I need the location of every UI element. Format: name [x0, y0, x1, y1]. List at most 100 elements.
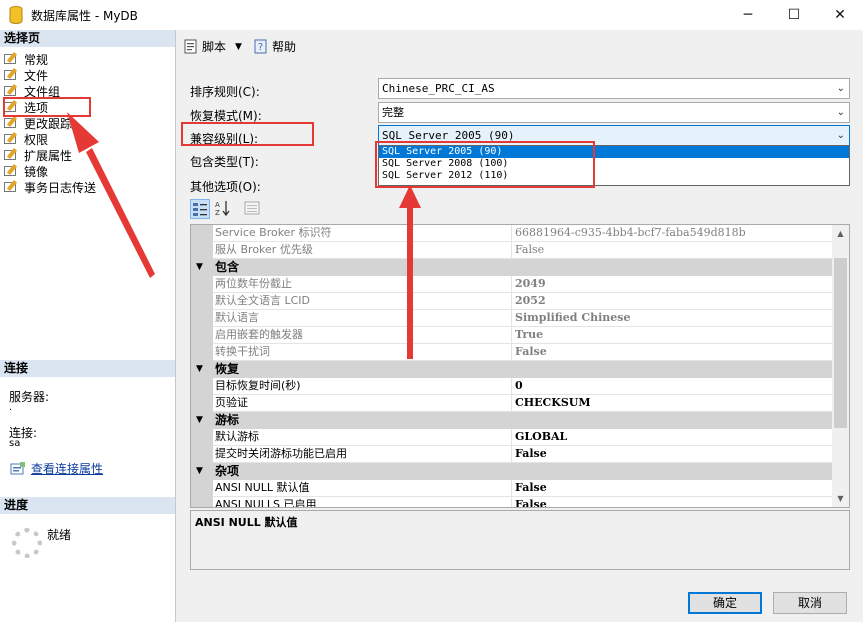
grid-row-name: 默认游标 [213, 429, 512, 446]
grid-row-name: 服从 Broker 优先级 [213, 242, 512, 259]
alphabetical-button[interactable]: A Z [213, 199, 233, 219]
maximize-button[interactable]: ☐ [771, 0, 817, 30]
scroll-down-icon[interactable]: ▼ [832, 490, 849, 507]
chevron-down-icon[interactable]: ⌄ [837, 103, 845, 122]
other-options-label: 其他选项(O): [190, 180, 261, 194]
scrollbar-thumb[interactable] [834, 258, 847, 428]
property-pages-button[interactable] [242, 199, 262, 219]
page-icon [3, 84, 19, 98]
collapse-icon[interactable]: ▼ [196, 259, 203, 276]
connection-value: sa [9, 438, 21, 449]
page-item-files[interactable]: 文件 [3, 67, 96, 83]
chevron-down-icon[interactable]: ▼ [235, 42, 242, 52]
grid-row-name: 目标恢复时间(秒) [213, 378, 512, 395]
grid-row-name: 默认全文语言 LCID [213, 293, 512, 310]
window-title: 数据库属性 - MyDB [31, 9, 138, 23]
grid-row-value: False [512, 480, 832, 497]
toolbar: 脚本 ▼ ? 帮助 [177, 30, 863, 62]
collation-label: 排序规则(C): [190, 85, 260, 99]
grid-toolbar: A Z [190, 199, 262, 219]
grid-row-ansi-nulls-enabled[interactable]: ANSI NULLS 已启用 False [191, 497, 832, 507]
view-connection-properties-link[interactable]: 查看连接属性 [10, 460, 103, 477]
grid-row-page-verify[interactable]: 页验证 CHECKSUM [191, 395, 832, 412]
help-label: 帮助 [272, 40, 297, 54]
grid-row-value: CHECKSUM [512, 395, 832, 412]
highlight-box-compat-label [181, 122, 314, 146]
ok-button[interactable]: 确定 [688, 592, 762, 614]
progress-status: 就绪 [47, 528, 72, 542]
grid-row-value: False [512, 446, 832, 463]
grid-row-name: 转换干扰词 [213, 344, 512, 361]
page-item-mirroring[interactable]: 镜像 [3, 163, 96, 179]
page-item-change-tracking[interactable]: 更改跟踪 [3, 115, 96, 131]
grid-row-value: GLOBAL [512, 429, 832, 446]
cancel-button[interactable]: 取消 [773, 592, 847, 614]
recovery-value: 完整 [382, 106, 404, 119]
database-icon [9, 6, 23, 24]
collation-select[interactable]: Chinese_PRC_CI_AS ⌄ [378, 78, 850, 99]
grid-row-value: False [512, 344, 832, 361]
grid-row-name: Service Broker 标识符 [213, 225, 512, 242]
help-icon: ? [254, 39, 267, 54]
grid-row-value: 2049 [512, 276, 832, 293]
grid-row-name: ANSI NULL 默认值 [213, 480, 512, 497]
grid-row-value: 2052 [512, 293, 832, 310]
grid-row-transform-noise-words[interactable]: 转换干扰词 False [191, 344, 832, 361]
categorized-button[interactable] [190, 199, 210, 219]
grid-row-value: True [512, 327, 832, 344]
help-button[interactable]: ? 帮助 [253, 38, 296, 55]
chevron-down-icon[interactable]: ⌄ [837, 126, 845, 145]
script-button[interactable]: 脚本 ▼ [183, 38, 242, 55]
select-page-header: 选择页 [0, 30, 175, 47]
server-label: 服务器: [9, 390, 50, 404]
grid-scrollbar[interactable]: ▲ ▼ [832, 225, 849, 507]
grid-row-two-digit-year[interactable]: 两位数年份截止 2049 [191, 276, 832, 293]
categorized-icon [193, 203, 207, 216]
containment-label: 包含类型(T): [190, 155, 259, 169]
grid-row-value: False [512, 497, 832, 507]
connection-header: 连接 [0, 360, 175, 377]
grid-category-recovery[interactable]: ▼ 恢复 [191, 361, 832, 378]
grid-row-target-recovery-time[interactable]: 目标恢复时间(秒) 0 [191, 378, 832, 395]
grid-row-broker-priority[interactable]: 服从 Broker 优先级 False [191, 242, 832, 259]
grid-category-containment[interactable]: ▼ 包含 [191, 259, 832, 276]
page-item-label: 更改跟踪 [24, 116, 73, 131]
close-button[interactable]: ✕ [817, 0, 863, 30]
page-icon [3, 116, 19, 130]
page-icon [3, 52, 19, 66]
script-label: 脚本 [202, 40, 227, 54]
collapse-icon[interactable]: ▼ [196, 412, 203, 429]
collapse-icon[interactable]: ▼ [196, 463, 203, 480]
grid-row-ansi-null-default[interactable]: ANSI NULL 默认值 False [191, 480, 832, 497]
page-item-label: 镜像 [24, 164, 49, 179]
highlight-box-compat-options [375, 141, 595, 188]
page-item-extended-properties[interactable]: 扩展属性 [3, 147, 96, 163]
grid-row-fulltext-lcid[interactable]: 默认全文语言 LCID 2052 [191, 293, 832, 310]
page-item-general[interactable]: 常规 [3, 51, 96, 67]
page-item-label: 常规 [24, 52, 49, 67]
property-grid[interactable]: Service Broker 标识符 66881964-c935-4bb4-bcf… [190, 224, 850, 508]
grid-row-nested-triggers[interactable]: 启用嵌套的触发器 True [191, 327, 832, 344]
grid-category-misc[interactable]: ▼ 杂项 [191, 463, 832, 480]
collation-value: Chinese_PRC_CI_AS [382, 82, 495, 95]
grid-category-label: 恢复 [215, 362, 240, 376]
grid-row-default-language[interactable]: 默认语言 Simplified Chinese [191, 310, 832, 327]
grid-row-default-cursor[interactable]: 默认游标 GLOBAL [191, 429, 832, 446]
grid-row-value: 66881964-c935-4bb4-bcf7-faba549d818b [512, 225, 832, 242]
page-icon [3, 164, 19, 178]
page-icon [3, 68, 19, 82]
chevron-down-icon[interactable]: ⌄ [837, 79, 845, 98]
page-item-label: 事务日志传送 [24, 180, 97, 195]
page-item-log-shipping[interactable]: 事务日志传送 [3, 179, 96, 195]
recovery-select[interactable]: 完整 ⌄ [378, 102, 850, 123]
collapse-icon[interactable]: ▼ [196, 361, 203, 378]
scroll-up-icon[interactable]: ▲ [832, 225, 849, 242]
grid-row-close-cursor-on-commit[interactable]: 提交时关闭游标功能已启用 False [191, 446, 832, 463]
page-item-permissions[interactable]: 权限 [3, 131, 96, 147]
page-item-label: 权限 [24, 132, 49, 147]
page-icon [3, 132, 19, 146]
highlight-box-options [3, 97, 91, 117]
grid-row-service-broker-id[interactable]: Service Broker 标识符 66881964-c935-4bb4-bcf… [191, 225, 832, 242]
grid-category-cursor[interactable]: ▼ 游标 [191, 412, 832, 429]
minimize-button[interactable]: ─ [725, 0, 771, 30]
